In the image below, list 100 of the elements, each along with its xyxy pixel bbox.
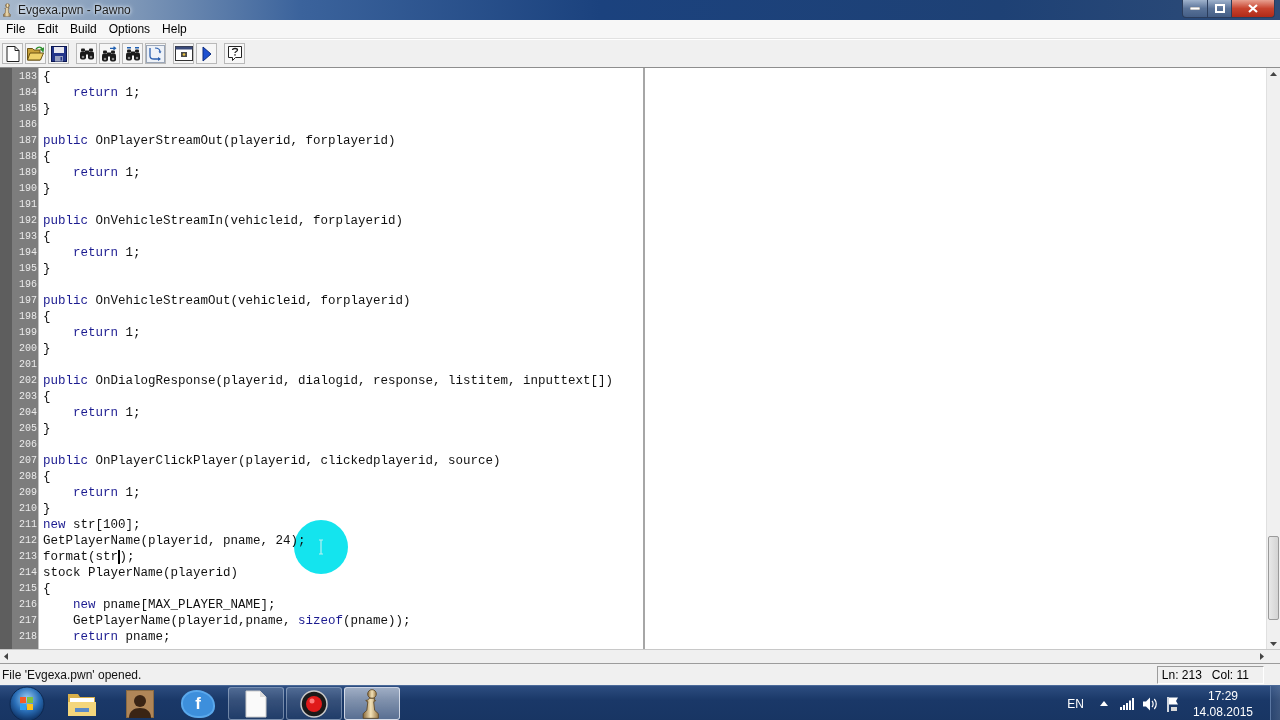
- arrow-down-icon[interactable]: [1270, 642, 1277, 646]
- column-indicator: Col: 11: [1211, 667, 1249, 682]
- binoculars-swap-icon: [125, 46, 140, 61]
- line-number: 201: [18, 358, 38, 372]
- code-line: }: [43, 261, 51, 277]
- line-number: 186: [18, 118, 38, 132]
- curved-arrows-icon: [146, 44, 165, 63]
- code-line: public OnVehicleStreamIn(vehicleid, forplayerid): [43, 213, 404, 229]
- line-number: 218: [18, 630, 38, 644]
- maximize-button[interactable]: [1208, 0, 1232, 18]
- line-number: 197: [18, 294, 38, 308]
- folder-icon: [27, 46, 44, 61]
- code-line: return 1;: [73, 165, 141, 181]
- code-line: {: [43, 469, 51, 485]
- arrow-left-icon[interactable]: [4, 653, 8, 660]
- horizontal-scrollbar[interactable]: [0, 649, 1280, 663]
- taskbar-app-button[interactable]: [228, 687, 284, 720]
- chess-pawn-icon: [3, 3, 12, 17]
- taskbar-app-button[interactable]: [286, 687, 342, 720]
- menu-item[interactable]: Help: [156, 22, 193, 36]
- binoculars-arrow-icon: [102, 45, 117, 62]
- start-orb-icon: [9, 685, 45, 720]
- code-line: {: [43, 229, 51, 245]
- code-line: new str[100];: [43, 517, 141, 533]
- line-number: 198: [18, 310, 38, 324]
- line-number: 207: [18, 454, 38, 468]
- clock-time: 17:29: [1207, 687, 1238, 704]
- line-number: 194: [18, 246, 38, 260]
- code-line: return 1;: [73, 85, 141, 101]
- line-number: 193: [18, 230, 38, 244]
- replace-button[interactable]: [122, 43, 143, 64]
- code-line: new pname[MAX_PLAYER_NAME];: [73, 597, 276, 613]
- clock-date: 14.08.2015: [1192, 703, 1253, 720]
- line-number: 188: [18, 150, 38, 164]
- new-button[interactable]: [2, 43, 23, 64]
- goto-button[interactable]: [145, 43, 166, 64]
- menu-item[interactable]: Options: [102, 22, 157, 36]
- scrollbar-thumb[interactable]: [1268, 536, 1279, 620]
- language-indicator[interactable]: EN: [1067, 696, 1084, 711]
- close-icon: [1248, 4, 1258, 13]
- menu-item[interactable]: Edit: [31, 22, 65, 36]
- line-number: 191: [18, 198, 38, 212]
- menu-item[interactable]: Build: [64, 22, 103, 36]
- line-number: 195: [18, 262, 38, 276]
- line-number: 212: [18, 534, 38, 548]
- arrow-right-icon[interactable]: [1260, 653, 1264, 660]
- close-button[interactable]: [1232, 0, 1275, 18]
- find-button[interactable]: [76, 43, 97, 64]
- line-number: 216: [18, 598, 38, 612]
- blank-page-icon: [5, 45, 20, 62]
- speaker-icon[interactable]: [1142, 696, 1158, 711]
- menu-item[interactable]: File: [0, 22, 32, 36]
- line-number: 208: [18, 470, 38, 484]
- line-number: 199: [18, 326, 38, 340]
- signal-bars-icon[interactable]: [1119, 697, 1135, 710]
- find-next-button[interactable]: [99, 43, 120, 64]
- flag-icon[interactable]: [1165, 695, 1180, 712]
- code-line: );: [119, 549, 135, 565]
- minimize-button[interactable]: [1182, 0, 1208, 18]
- code-line: return pname;: [73, 629, 171, 645]
- line-number: 187: [18, 134, 38, 148]
- run-button[interactable]: [196, 43, 217, 64]
- code-line: public OnDialogResponse(playerid, dialogid, response, listitem, inputtext[]): [43, 373, 614, 389]
- code-line: format(str: [43, 549, 118, 565]
- window-icon: [174, 46, 193, 61]
- code-line: }: [43, 421, 51, 437]
- code-line: {: [43, 389, 51, 405]
- code-line: }: [43, 181, 51, 197]
- cloud-logo: f: [183, 691, 213, 716]
- record-icon: [300, 689, 328, 718]
- line-number: 214: [18, 566, 38, 580]
- arrow-up-icon[interactable]: [1270, 72, 1277, 76]
- vertical-scrollbar[interactable]: [1266, 68, 1280, 649]
- line-number: 190: [18, 182, 38, 196]
- code-line: {: [43, 581, 51, 597]
- code-line: public OnPlayerClickPlayer(playerid, clickedplayerid, source): [43, 453, 501, 469]
- minimize-icon: [1190, 7, 1200, 10]
- line-number: 211: [18, 518, 38, 532]
- help-bubble-icon: [226, 45, 243, 62]
- line-number: 215: [18, 582, 38, 596]
- play-icon: [201, 45, 212, 62]
- compile-button[interactable]: [173, 43, 194, 64]
- code-line: {: [43, 309, 51, 325]
- line-number: 203: [18, 390, 38, 404]
- person-silhouette-icon: [126, 689, 154, 718]
- chess-pawn-icon: [362, 688, 382, 719]
- line-indicator: Ln: 213: [1161, 667, 1202, 682]
- line-number: 192: [18, 214, 38, 228]
- save-button[interactable]: [48, 43, 69, 64]
- line-number: 205: [18, 422, 38, 436]
- line-number: 189: [18, 166, 38, 180]
- binoculars-icon: [79, 47, 94, 60]
- open-button[interactable]: [25, 43, 46, 64]
- code-line: }: [43, 341, 51, 357]
- caret-up-icon[interactable]: [1099, 701, 1108, 706]
- line-number: 210: [18, 502, 38, 516]
- help-button[interactable]: [224, 43, 245, 64]
- line-number: 209: [18, 486, 38, 500]
- code-line: {: [43, 69, 51, 85]
- code-line: return 1;: [73, 245, 141, 261]
